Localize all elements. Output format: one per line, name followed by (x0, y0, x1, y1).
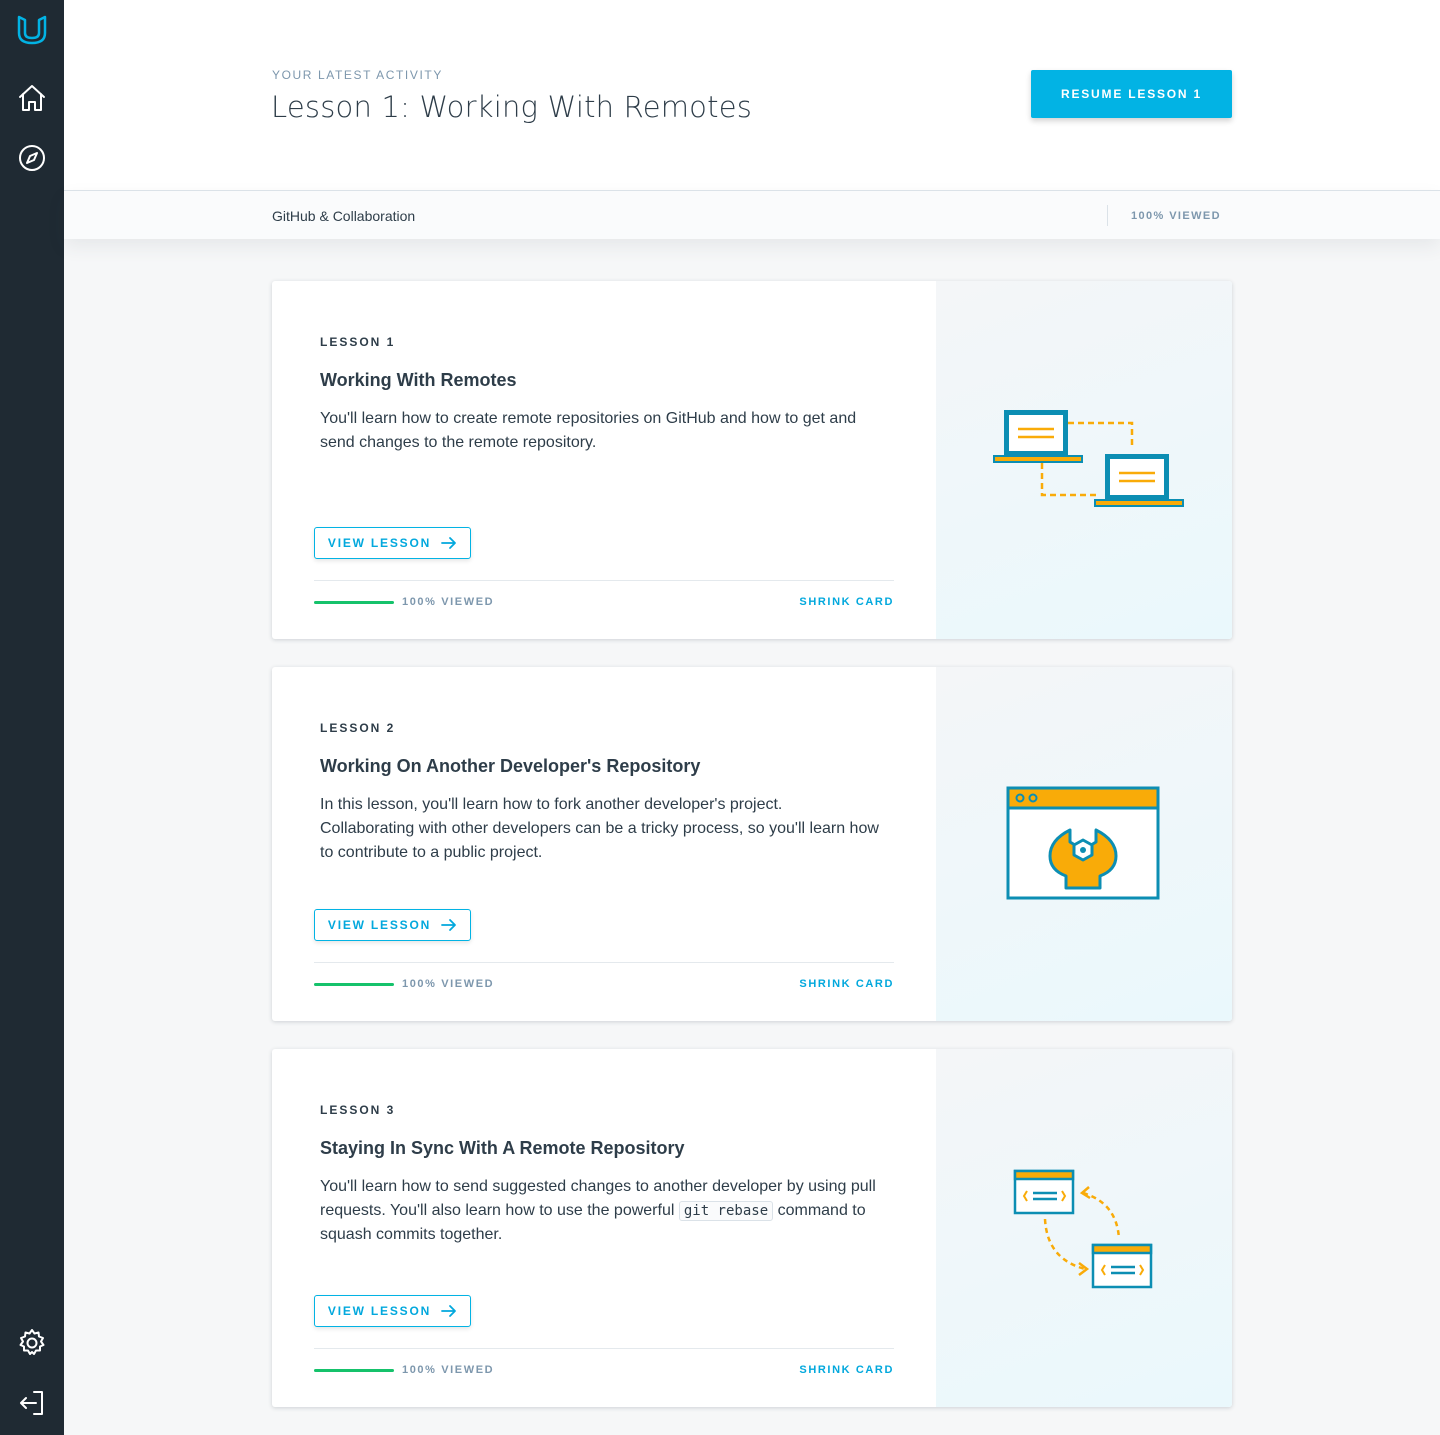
laptops-sync-icon (993, 410, 1184, 507)
arrow-right-icon (441, 537, 456, 549)
latest-activity-header: YOUR LATEST ACTIVITY Lesson 1: Working W… (64, 0, 1440, 190)
progress-fill (314, 601, 394, 604)
lesson-number: LESSON 1 (320, 335, 396, 349)
arrow-right-icon (441, 919, 456, 931)
shrink-card-link[interactable]: SHRINK CARD (799, 596, 894, 608)
lesson-title: Working With Remotes (320, 370, 517, 390)
lesson-card: LESSON 1 Working With Remotes You'll lea… (272, 281, 1232, 639)
view-lesson-button[interactable]: VIEW LESSON (314, 1295, 471, 1327)
view-lesson-button[interactable]: VIEW LESSON (314, 527, 471, 559)
windows-exchange-icon (1013, 1169, 1153, 1289)
card-footer: 100% VIEWED SHRINK CARD (314, 1348, 894, 1406)
card-footer: 100% VIEWED SHRINK CARD (314, 580, 894, 638)
page-title: Lesson 1: Working With Remotes (271, 90, 753, 124)
lesson-title: Working On Another Developer's Repositor… (320, 756, 701, 776)
gear-icon[interactable] (14, 1325, 50, 1361)
lesson-illustration (936, 1049, 1232, 1407)
compass-icon[interactable] (14, 140, 50, 176)
course-progress-bar: GitHub & Collaboration 100% VIEWED (64, 190, 1440, 239)
progress-text: 100% VIEWED (402, 978, 495, 990)
arrow-right-icon (441, 1305, 456, 1317)
lesson-description: In this lesson, you'll learn how to fork… (320, 796, 879, 861)
progress-text: 100% VIEWED (402, 596, 495, 608)
browser-wrench-icon (1006, 786, 1160, 900)
view-lesson-label: VIEW LESSON (327, 918, 432, 932)
latest-activity-label: YOUR LATEST ACTIVITY (272, 68, 443, 82)
lesson-description: You'll learn how to send suggested chang… (320, 1175, 880, 1247)
lesson-title: Staying In Sync With A Remote Repository (320, 1138, 685, 1158)
inline-code: git rebase (678, 1201, 774, 1221)
home-icon[interactable] (14, 80, 50, 116)
resume-lesson-button[interactable]: RESUME LESSON 1 (1031, 70, 1232, 118)
progress-bar (314, 1369, 394, 1372)
shrink-card-link[interactable]: SHRINK CARD (799, 978, 894, 990)
progress-bar (314, 983, 394, 986)
logout-icon[interactable] (14, 1385, 50, 1421)
lesson-number: LESSON 3 (320, 1103, 396, 1117)
card-footer: 100% VIEWED SHRINK CARD (314, 962, 894, 1020)
sidebar (0, 0, 64, 1435)
udacity-logo-icon[interactable] (14, 12, 50, 48)
lesson-description: You'll learn how to create remote reposi… (320, 410, 857, 451)
lesson-illustration (936, 281, 1232, 639)
progress-bar (314, 601, 394, 604)
view-lesson-button[interactable]: VIEW LESSON (314, 909, 471, 941)
progress-fill (314, 1369, 394, 1372)
course-progress-text: 100% VIEWED (1131, 210, 1221, 222)
main-content: YOUR LATEST ACTIVITY Lesson 1: Working W… (64, 0, 1440, 1435)
lesson-illustration (936, 667, 1232, 1021)
progress-text: 100% VIEWED (402, 1364, 495, 1376)
course-name: GitHub & Collaboration (272, 208, 416, 224)
lesson-number: LESSON 2 (320, 721, 396, 735)
view-lesson-label: VIEW LESSON (327, 1304, 432, 1318)
divider (1107, 205, 1108, 226)
shrink-card-link[interactable]: SHRINK CARD (799, 1364, 894, 1376)
progress-fill (314, 983, 394, 986)
view-lesson-label: VIEW LESSON (327, 536, 432, 550)
lesson-card: LESSON 2 Working On Another Developer's … (272, 667, 1232, 1021)
lesson-card: LESSON 3 Staying In Sync With A Remote R… (272, 1049, 1232, 1407)
